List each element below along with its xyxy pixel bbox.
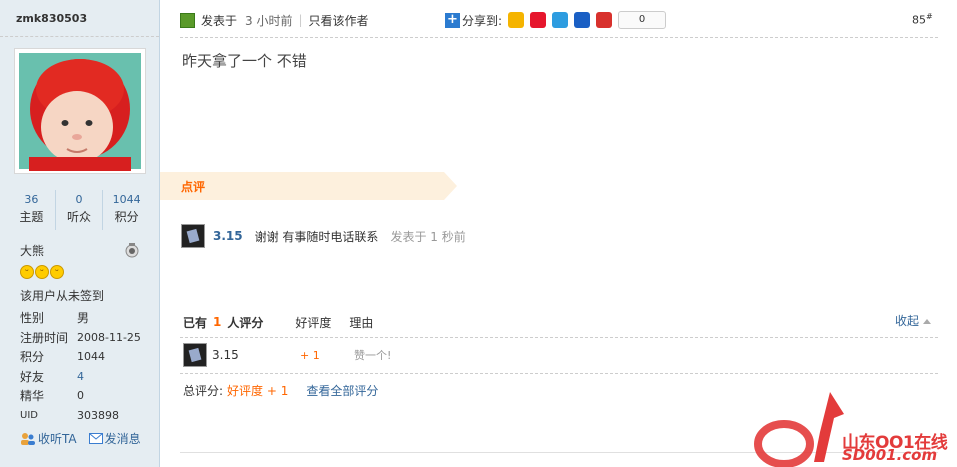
rating-suffix: 人评分 bbox=[227, 315, 264, 330]
info-key: 性别 bbox=[20, 311, 45, 326]
only-author-link[interactable]: 只看该作者 bbox=[309, 12, 369, 29]
rater-avatar[interactable] bbox=[183, 343, 207, 367]
posted-prefix: 发表于 bbox=[201, 13, 238, 28]
comment-item: 3.15 谢谢 有事随时电话联系 发表于 1 秒前 bbox=[181, 224, 466, 248]
comment-text: 谢谢 有事随时电话联系 bbox=[254, 229, 379, 244]
online-status-icon bbox=[180, 12, 195, 28]
info-row: 精华 0 bbox=[20, 386, 141, 406]
avatar-image bbox=[19, 53, 141, 171]
watermark-domain: SD001.com bbox=[842, 446, 938, 464]
info-value: 1044 bbox=[77, 350, 105, 364]
message-button[interactable]: 发消息 bbox=[88, 430, 141, 447]
friends-count-link[interactable]: 4 bbox=[77, 370, 84, 383]
comment-time: 发表于 1 秒前 bbox=[390, 229, 466, 244]
comment-section-title: 点评 bbox=[181, 180, 206, 194]
commenter-avatar[interactable] bbox=[181, 224, 205, 248]
total-value: 好评度 + 1 bbox=[227, 384, 289, 398]
rating-row: 3.15 + 1 赞一个! bbox=[183, 343, 391, 367]
stat-listeners[interactable]: 0 听众 bbox=[56, 190, 104, 230]
renren-icon[interactable] bbox=[574, 12, 591, 28]
view-all-ratings-link[interactable]: 查看全部评分 bbox=[306, 382, 378, 399]
stat-number: 1044 bbox=[112, 193, 141, 206]
qzone-icon[interactable] bbox=[508, 12, 525, 28]
tencent-weibo-icon[interactable] bbox=[552, 12, 569, 28]
info-key: 精华 bbox=[20, 389, 45, 404]
rating-col-reason: 理由 bbox=[349, 315, 374, 330]
user-actions: 收听TA 发消息 bbox=[20, 430, 141, 447]
stat-threads[interactable]: 36 主题 bbox=[8, 190, 56, 230]
info-key: 积分 bbox=[20, 350, 45, 365]
divider bbox=[180, 373, 938, 374]
message-label: 发消息 bbox=[104, 432, 141, 446]
info-key: UID bbox=[20, 409, 38, 421]
info-value: 2008-11-25 bbox=[77, 330, 141, 344]
separator: | bbox=[298, 13, 303, 27]
stat-number: 36 bbox=[24, 193, 39, 206]
rating-total: 总评分: 好评度 + 1 查看全部评分 bbox=[183, 382, 378, 399]
user-group: 大熊 bbox=[20, 244, 45, 258]
rating-header: 已有 1 人评分 好评度 理由 bbox=[183, 312, 938, 332]
info-value: 303898 bbox=[77, 408, 119, 422]
avatar[interactable] bbox=[14, 48, 146, 174]
divider bbox=[180, 37, 938, 38]
info-row: 性别 男 bbox=[20, 308, 141, 328]
user-stats: 36 主题 0 听众 1044 积分 bbox=[8, 190, 150, 230]
stat-label: 听众 bbox=[67, 210, 92, 224]
stat-label: 积分 bbox=[114, 210, 139, 224]
total-label: 总评分: bbox=[183, 384, 224, 398]
smile-icon: ᵕ bbox=[50, 265, 64, 279]
collapse-button[interactable]: 收起 bbox=[895, 312, 932, 329]
follow-label: 收听TA bbox=[38, 432, 77, 446]
medal-icon bbox=[125, 243, 139, 258]
share-count: 0 bbox=[618, 11, 667, 29]
info-value: 男 bbox=[77, 311, 90, 326]
floor-number[interactable]: 85# bbox=[912, 12, 933, 27]
info-key: 好友 bbox=[20, 369, 45, 384]
kaixin-icon[interactable] bbox=[596, 12, 613, 28]
smile-icon: ᵕ bbox=[20, 265, 34, 279]
stat-credits[interactable]: 1044 积分 bbox=[103, 190, 150, 230]
rater-name[interactable]: 3.15 bbox=[212, 348, 300, 362]
info-row: 积分 1044 bbox=[20, 347, 141, 367]
share-plus-icon[interactable]: + bbox=[445, 12, 460, 28]
rating-count: 1 bbox=[213, 315, 222, 329]
weibo-icon[interactable] bbox=[530, 12, 547, 28]
share-bar: + 分享到: 0 bbox=[445, 11, 667, 29]
follow-button[interactable]: 收听TA bbox=[20, 430, 77, 447]
info-row: 注册时间 2008-11-25 bbox=[20, 328, 141, 348]
collapse-label: 收起 bbox=[895, 314, 920, 328]
rating-prefix: 已有 bbox=[183, 315, 208, 330]
smile-icon: ᵕ bbox=[35, 265, 49, 279]
stat-number: 0 bbox=[75, 193, 83, 206]
info-value: 0 bbox=[77, 389, 84, 403]
caret-up-icon bbox=[923, 319, 932, 324]
post-message: 昨天拿了一个 不错 bbox=[182, 52, 307, 70]
share-label: 分享到: bbox=[462, 13, 503, 28]
commenter-name[interactable]: 3.15 bbox=[213, 229, 243, 243]
info-key: 注册时间 bbox=[20, 330, 69, 345]
info-row: 好友 4 bbox=[20, 367, 141, 387]
users-icon bbox=[21, 432, 35, 445]
username-link[interactable]: zmk830503 bbox=[16, 12, 87, 25]
user-info: 性别 男 注册时间 2008-11-25 积分 1044 好友 4 精华 0 U… bbox=[20, 308, 141, 425]
rating-col-score: 好评度 bbox=[295, 315, 332, 330]
envelope-icon bbox=[88, 433, 103, 444]
stat-label: 主题 bbox=[19, 210, 44, 224]
level-stars: ᵕ ᵕ ᵕ bbox=[20, 265, 64, 279]
divider bbox=[180, 337, 938, 338]
floor-value: 85 bbox=[912, 13, 926, 27]
rater-reason: 赞一个! bbox=[354, 349, 392, 362]
user-sidebar: zmk830503 36 主题 0 听众 1044 积分 大熊 ᵕ ᵕ ᵕ 该用… bbox=[0, 0, 160, 467]
floor-mark: # bbox=[926, 12, 933, 21]
divider bbox=[0, 36, 159, 37]
posted-time: 3 小时前 bbox=[245, 13, 293, 28]
sign-status: 该用户从未签到 bbox=[20, 289, 105, 303]
info-row: UID 303898 bbox=[20, 406, 141, 426]
rater-score: + 1 bbox=[300, 348, 320, 362]
